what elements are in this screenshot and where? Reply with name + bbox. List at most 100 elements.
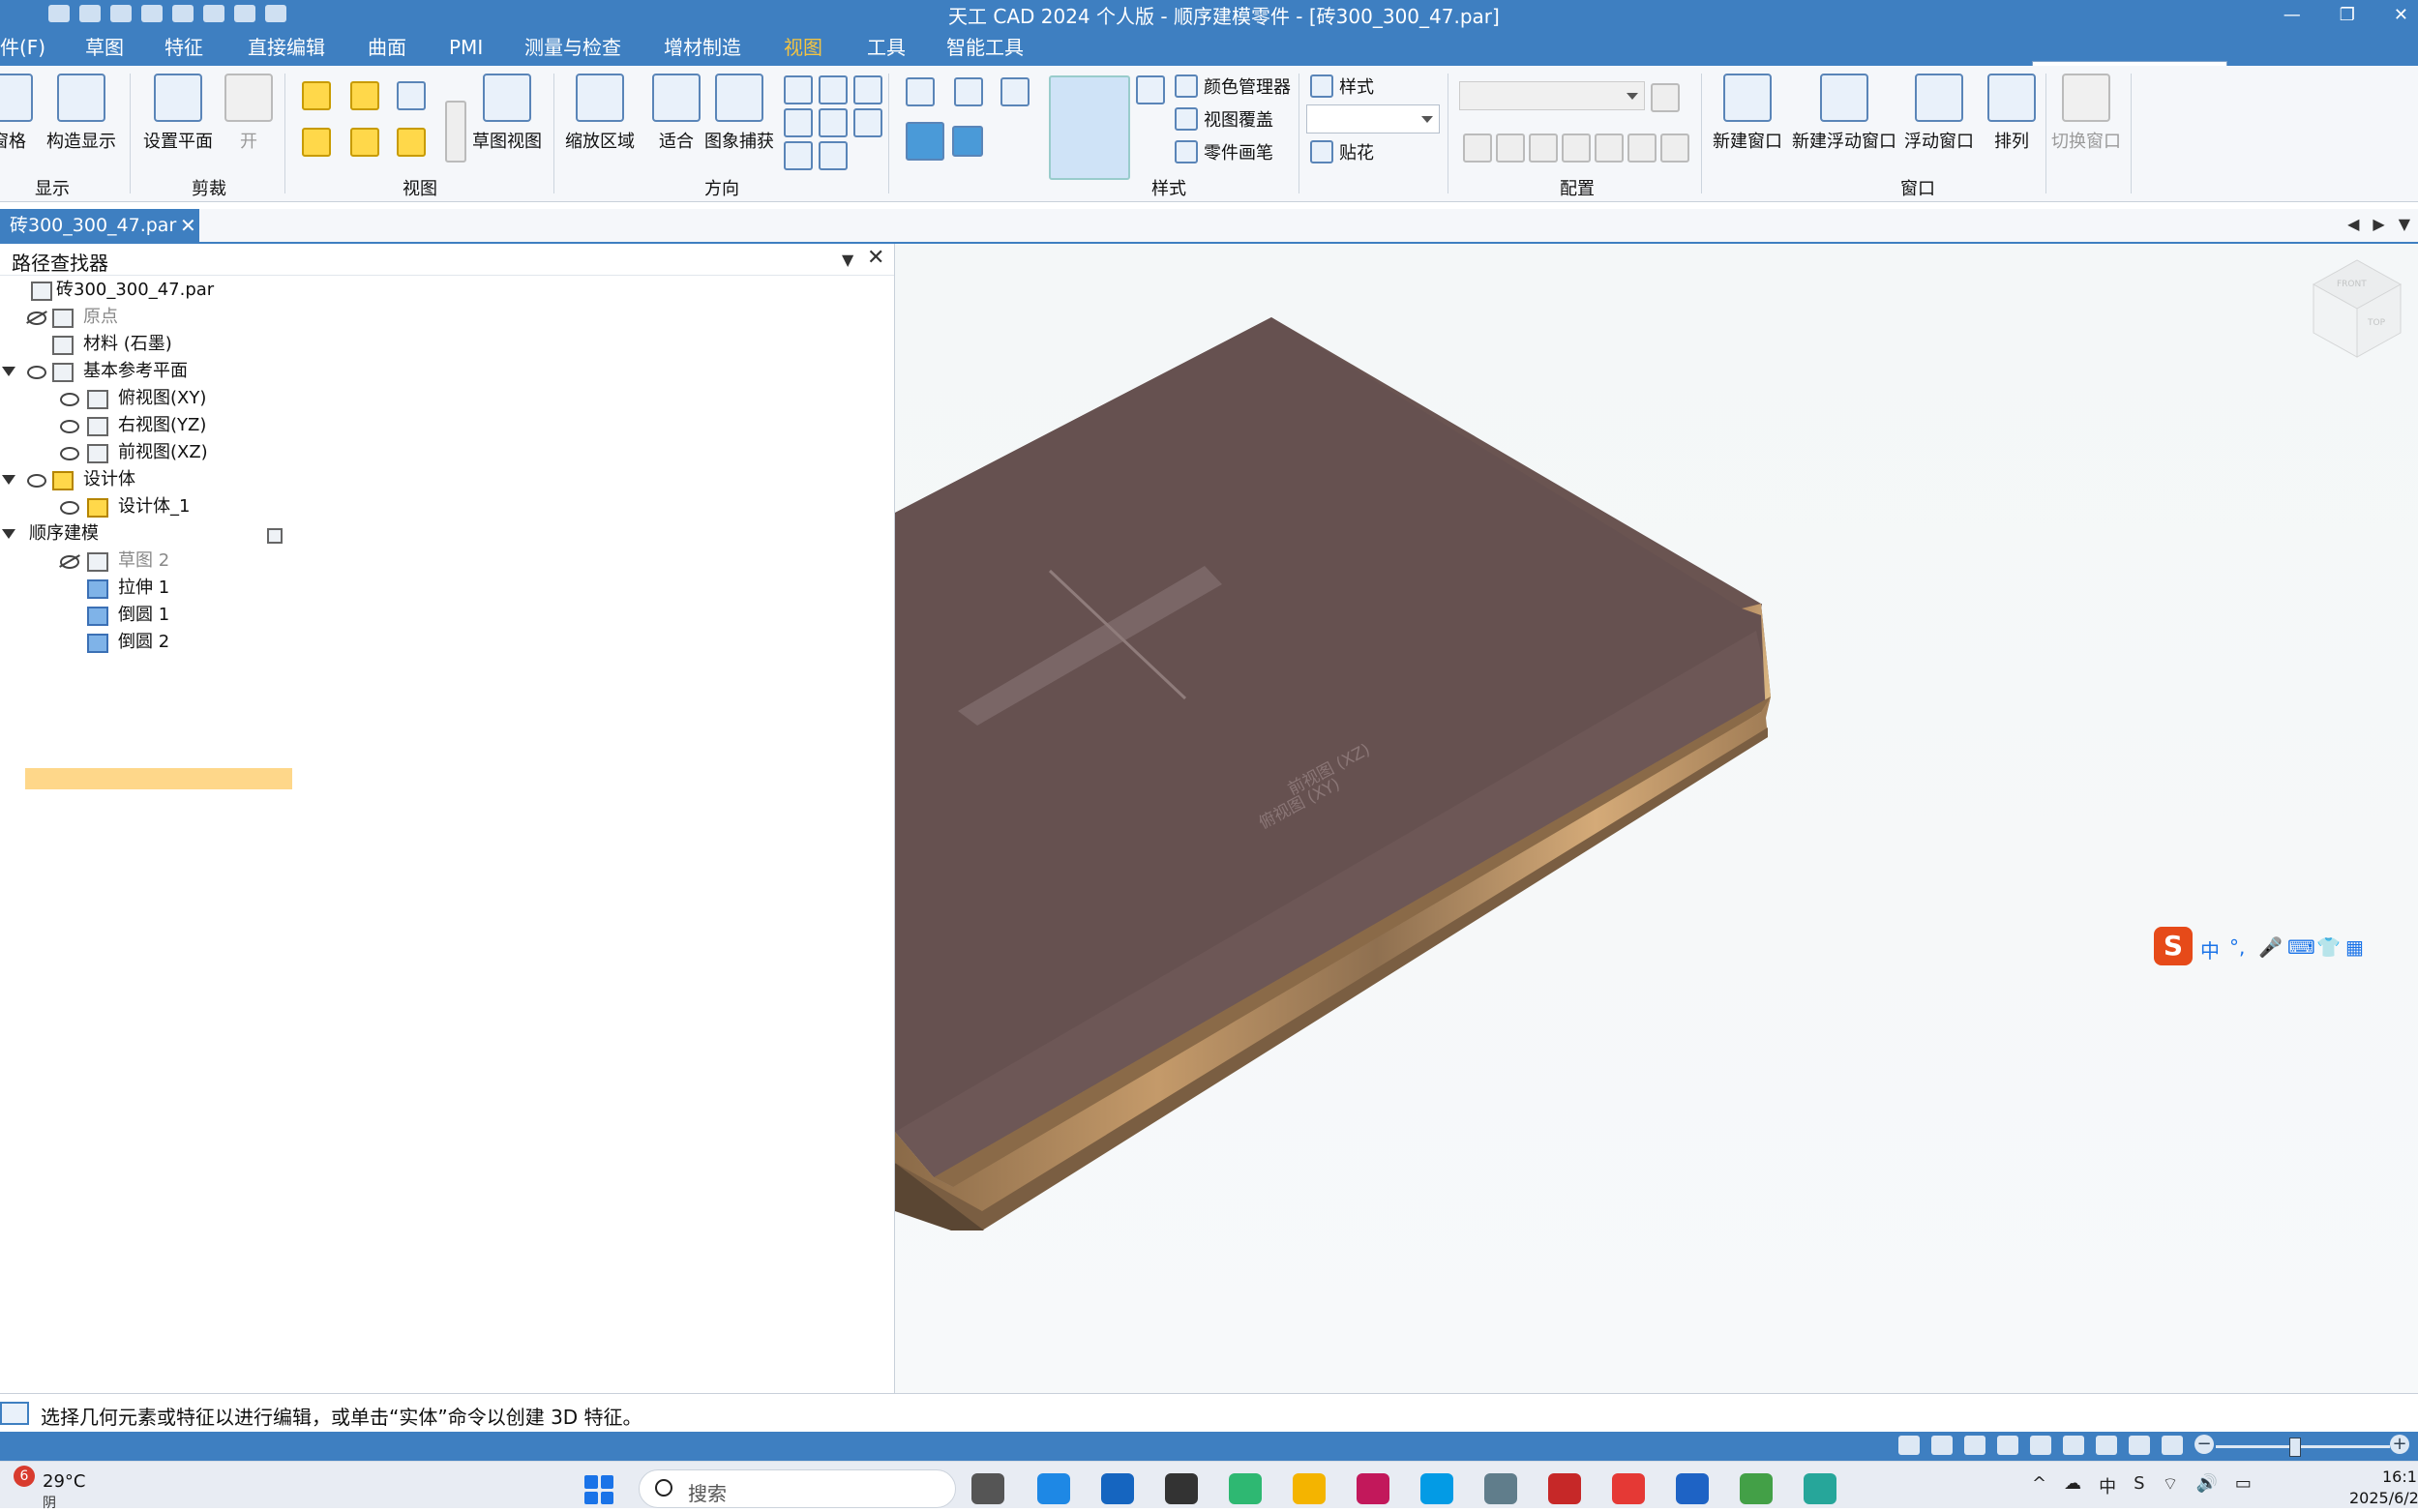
wechat-icon[interactable]	[1740, 1473, 1773, 1504]
image-capture-button[interactable]: 图象捕获	[704, 74, 774, 153]
view-side-icon[interactable]	[397, 81, 426, 110]
punctuation-icon[interactable]: °,	[2229, 935, 2251, 959]
skin-icon[interactable]: 👕	[2316, 935, 2341, 959]
hidden-eye-icon[interactable]	[60, 555, 79, 569]
capture-icon[interactable]	[1898, 1436, 1920, 1455]
restore-button[interactable]: ❐	[2340, 5, 2355, 25]
clip-open-button[interactable]: 开	[224, 74, 273, 153]
menu-feature[interactable]: 特征	[164, 33, 203, 62]
snipping-tool-icon[interactable]	[1357, 1473, 1389, 1504]
tree-row-right-plane[interactable]: 右视图(YZ)	[0, 412, 387, 439]
graphics-viewport[interactable]: 前视图 (XZ) 俯视图 (XY) FRONT TOP	[895, 244, 2418, 1393]
rotate-icon[interactable]	[853, 75, 882, 104]
weather-badge[interactable]: 6	[14, 1466, 35, 1487]
float-window-button[interactable]: 浮动窗口	[1904, 74, 1974, 153]
tree-row-top-plane[interactable]: 俯视图(XY)	[0, 385, 387, 412]
store-icon[interactable]	[1101, 1473, 1134, 1504]
next-view-icon[interactable]	[819, 141, 848, 170]
set-plane-button[interactable]: 设置平面	[143, 74, 213, 153]
tab-menu-icon[interactable]: ▼	[2399, 215, 2410, 233]
decal-button[interactable]: 贴花	[1310, 139, 1374, 164]
look-at-icon[interactable]	[853, 108, 882, 137]
new-window-button[interactable]: 新建窗口	[1713, 74, 1782, 153]
save-icon[interactable]	[48, 5, 70, 22]
fit-button[interactable]: 适合	[652, 74, 701, 153]
arrange-button[interactable]: 排列	[1987, 74, 2036, 153]
color-manager-button[interactable]: 颜色管理器	[1175, 74, 1291, 99]
config-tool-icon[interactable]	[1463, 133, 1492, 163]
view-iso-icon[interactable]	[302, 128, 331, 157]
sogou-tray-icon[interactable]: S	[2134, 1473, 2144, 1498]
config-tool-icon[interactable]	[1595, 133, 1624, 163]
zoom-slider-track[interactable]	[2216, 1445, 2390, 1448]
eye-icon[interactable]	[60, 501, 79, 515]
zoom-icon[interactable]	[784, 75, 813, 104]
zoom-slider-thumb[interactable]	[2289, 1438, 2301, 1457]
rotate-icon[interactable]	[2063, 1436, 2084, 1455]
menu-measure[interactable]: 测量与检查	[524, 33, 621, 62]
config-tool-icon[interactable]	[1529, 133, 1558, 163]
close-window-button[interactable]: ✕	[2394, 5, 2408, 25]
part-painter-button[interactable]: 零件画笔	[1175, 139, 1273, 164]
window-grid-button[interactable]: 窗格	[0, 74, 33, 153]
apps-grid-icon[interactable]: ▦	[2345, 935, 2367, 959]
construct-display-button[interactable]: 构造显示	[46, 74, 116, 153]
zoom-icon[interactable]	[1964, 1436, 1985, 1455]
view-orient-icon[interactable]	[2096, 1436, 2117, 1455]
new-icon[interactable]	[110, 5, 132, 22]
config-save-icon[interactable]	[1651, 83, 1680, 112]
eye-icon[interactable]	[27, 366, 46, 379]
file-explorer-icon[interactable]	[1293, 1473, 1326, 1504]
tab-left-icon[interactable]: ◀	[2347, 215, 2359, 233]
display-mode-icon[interactable]	[2129, 1436, 2150, 1455]
hidden-eye-icon[interactable]	[27, 311, 46, 325]
config-tool-icon[interactable]	[1660, 133, 1689, 163]
calculator-icon[interactable]	[1484, 1473, 1517, 1504]
chevron-down-icon[interactable]	[2, 529, 15, 539]
view-right-icon[interactable]	[397, 128, 426, 157]
close-icon[interactable]: ✕	[867, 246, 884, 270]
pin-icon[interactable]: ▼	[842, 251, 853, 269]
pan-icon[interactable]	[2030, 1436, 2051, 1455]
solidworks-icon[interactable]	[1548, 1473, 1581, 1504]
minimize-button[interactable]: —	[2284, 5, 2301, 25]
view-overlay-button[interactable]: 视图覆盖	[1175, 106, 1273, 132]
fit-all-icon[interactable]	[784, 108, 813, 137]
chat-app-icon[interactable]	[1229, 1473, 1262, 1504]
tree-row-round-2[interactable]: 倒圆 2	[0, 629, 387, 656]
redo-icon[interactable]	[234, 5, 255, 22]
view-cube[interactable]: FRONT TOP	[2304, 255, 2410, 362]
config-tool-icon[interactable]	[1496, 133, 1525, 163]
taskbar-search[interactable]: 搜索	[639, 1469, 956, 1508]
render-mode-panel[interactable]	[1049, 75, 1130, 180]
shaded-view-icon[interactable]	[906, 122, 944, 161]
tree-row-round-1[interactable]: 倒圆 1	[0, 602, 387, 629]
switch-window-button[interactable]: 切换窗口	[2051, 74, 2121, 153]
menu-additive[interactable]: 增材制造	[664, 33, 741, 62]
menu-smart-tools[interactable]: 智能工具	[946, 33, 1024, 62]
cad-app-icon[interactable]	[1676, 1473, 1709, 1504]
keyboard-icon[interactable]: ⌨	[2287, 935, 2315, 959]
style-button[interactable]: 样式	[1310, 74, 1374, 99]
battery-icon[interactable]: ▭	[2235, 1473, 2252, 1498]
tray-expand-icon[interactable]: ^	[2032, 1473, 2046, 1498]
menu-surface[interactable]: 曲面	[368, 33, 406, 62]
menu-direct-edit[interactable]: 直接编辑	[248, 33, 325, 62]
tab-right-icon[interactable]: ▶	[2373, 215, 2384, 233]
view-top-icon[interactable]	[350, 81, 379, 110]
view-cube-small-icon[interactable]	[1000, 77, 1030, 106]
view-scroll-icon[interactable]	[445, 101, 466, 163]
wps-icon[interactable]	[1612, 1473, 1645, 1504]
color-icon[interactable]	[2162, 1436, 2183, 1455]
zoom-in-button[interactable]: +	[2390, 1435, 2409, 1454]
view-cube-small-icon[interactable]	[954, 77, 983, 106]
render-icon[interactable]	[1136, 75, 1165, 104]
sogou-logo[interactable]: S	[2154, 927, 2193, 965]
sketch-view-button[interactable]: 草图视图	[472, 74, 542, 153]
settings-icon[interactable]	[172, 5, 194, 22]
tree-row-extrude-1[interactable]: 拉伸 1	[0, 575, 387, 602]
config-tool-icon[interactable]	[1562, 133, 1591, 163]
task-view-icon[interactable]	[971, 1473, 1004, 1504]
spin-icon[interactable]	[819, 108, 848, 137]
volume-icon[interactable]: 🔊	[2195, 1473, 2217, 1498]
